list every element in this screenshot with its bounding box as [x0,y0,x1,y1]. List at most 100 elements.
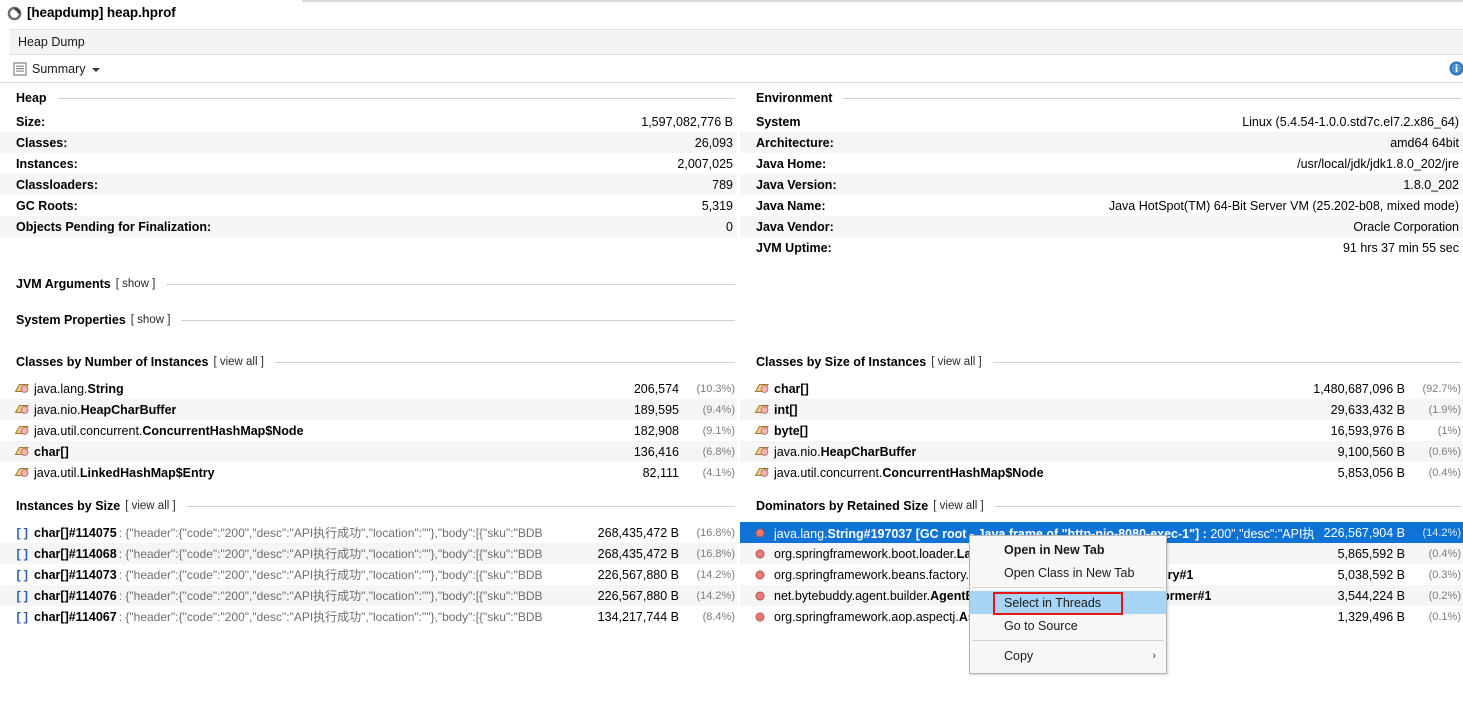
row-value: 1.8.0_202 [1403,178,1461,192]
menu-item-label: Copy [1004,649,1033,663]
svg-text:[]: [] [15,611,29,624]
menu-item-go-to-source[interactable]: Go to Source [970,614,1166,637]
summary-view-selector[interactable]: Summary [10,59,103,79]
menu-item-copy[interactable]: Copy › [970,644,1166,667]
table-row[interactable]: java.nio.HeapCharBuffer 189,595 (9.4%) [0,399,737,420]
table-row[interactable]: char[] 1,480,687,096 B (92.7%) [740,378,1463,399]
info-icon[interactable] [1448,60,1463,77]
classes-by-size-header: Classes by Size of Instances [ view all … [740,352,1463,372]
class-icon [754,424,770,438]
row-percent: (14.2%) [679,590,735,602]
chevron-right-icon: › [1152,650,1156,662]
instance-icon: [] [14,526,30,540]
row-value: 226,567,880 B [588,568,679,582]
table-row[interactable]: [] char[]#114067 : {"header":{"code":"20… [0,606,737,627]
row-percent: (16.8%) [679,548,735,560]
table-row[interactable]: Classloaders: 789 [0,174,737,195]
row-percent: (0.6%) [1405,446,1461,458]
table-row[interactable]: java.util.concurrent.ConcurrentHashMap$N… [740,462,1463,483]
menu-item-open-class-in-new-tab[interactable]: Open Class in New Tab [970,561,1166,584]
table-row[interactable]: Size: 1,597,082,776 B [0,111,737,132]
jvm-arguments-section: JVM Arguments [ show ] [0,274,737,294]
row-value: 0 [726,220,735,234]
menu-item-select-in-threads[interactable]: Select in Threads [970,591,1166,614]
table-row[interactable]: Architecture: amd64 64bit [740,132,1463,153]
classes-by-count-section: Classes by Number of Instances [ view al… [0,352,737,483]
row-percent: (0.2%) [1405,590,1461,602]
row-percent: (0.4%) [1405,548,1461,560]
table-row[interactable]: System Linux (5.4.54-1.0.0.std7c.el7.2.x… [740,111,1463,132]
table-row[interactable]: Objects Pending for Finalization: 0 [0,216,737,237]
classes-by-count-view-all-link[interactable]: [ view all ] [213,356,264,368]
row-value: 5,319 [702,199,735,213]
jvm-arguments-title: JVM Arguments [16,277,111,291]
class-icon [14,403,30,417]
table-row[interactable]: java.util.LinkedHashMap$Entry 82,111 (4.… [0,462,737,483]
table-row[interactable]: [] char[]#114068 : {"header":{"code":"20… [0,543,737,564]
classes-by-size-view-all-link[interactable]: [ view all ] [931,356,982,368]
row-percent: (0.1%) [1405,611,1461,623]
row-percent: (92.7%) [1405,383,1461,395]
environment-section-header: Environment [740,88,1463,108]
class-icon [14,382,30,396]
class-icon [14,466,30,480]
table-row[interactable]: Java Version: 1.8.0_202 [740,174,1463,195]
row-value: 3,544,224 B [1328,589,1405,603]
dominators-view-all-link[interactable]: [ view all ] [933,500,984,512]
heap-section-header: Heap [0,88,737,108]
row-label: java.util.LinkedHashMap$Entry [34,466,215,480]
system-properties-header: System Properties [ show ] [0,310,737,330]
row-key: Objects Pending for Finalization: [16,220,211,234]
instances-by-size-view-all-link[interactable]: [ view all ] [125,500,176,512]
summary-document-icon [13,62,27,76]
row-value: 1,597,082,776 B [641,115,735,129]
table-row[interactable]: java.lang.String 206,574 (10.3%) [0,378,737,399]
row-value: 1,480,687,096 B [1303,382,1405,396]
system-properties-show-link[interactable]: [ show ] [131,314,171,326]
row-value: 268,435,472 B [588,526,679,540]
row-label: char[]#114067 [34,610,117,624]
section-rule [166,284,735,285]
table-row[interactable]: Java Vendor: Oracle Corporation [740,216,1463,237]
menu-item-open-in-new-tab[interactable]: Open in New Tab [970,538,1166,561]
table-row[interactable]: byte[] 16,593,976 B (1%) [740,420,1463,441]
row-percent: (10.3%) [679,383,735,395]
table-row[interactable]: java.util.concurrent.ConcurrentHashMap$N… [0,420,737,441]
row-value: 26,093 [695,136,735,150]
classes-by-size-table: char[] 1,480,687,096 B (92.7%) int[] 29,… [740,378,1463,483]
view-toolbar: Summary [0,56,1463,83]
context-menu: Open in New Tab Open Class in New Tab Se… [969,535,1167,674]
table-row[interactable]: JVM Uptime: 91 hrs 37 min 55 sec [740,237,1463,258]
table-row[interactable]: char[] 136,416 (6.8%) [0,441,737,462]
table-row[interactable]: java.nio.HeapCharBuffer 9,100,560 B (0.6… [740,441,1463,462]
table-row[interactable]: int[] 29,633,432 B (1.9%) [740,399,1463,420]
jvm-arguments-show-link[interactable]: [ show ] [116,278,156,290]
section-rule [58,98,735,99]
table-row[interactable]: [] char[]#114076 : {"header":{"code":"20… [0,585,737,606]
table-row[interactable]: GC Roots: 5,319 [0,195,737,216]
instances-by-size-title: Instances by Size [16,499,120,513]
table-row[interactable]: Java Home: /usr/local/jdk/jdk1.8.0_202/j… [740,153,1463,174]
table-row[interactable]: Java Name: Java HotSpot(TM) 64-Bit Serve… [740,195,1463,216]
dominators-section-header: Dominators by Retained Size [ view all ] [740,496,1463,516]
table-row[interactable]: [] char[]#114073 : {"header":{"code":"20… [0,564,737,585]
row-percent: (1%) [1405,425,1461,437]
row-percent: (14.2%) [679,569,735,581]
row-value: Java HotSpot(TM) 64-Bit Server VM (25.20… [1109,199,1461,213]
heap-dump-subtab[interactable]: Heap Dump [10,29,1463,55]
row-key: Classes: [16,136,67,150]
tab-strip-divider [302,0,1463,2]
row-value: 789 [712,178,735,192]
row-value: 29,633,432 B [1321,403,1405,417]
row-label: char[] [774,382,809,396]
row-key: Java Version: [756,178,837,192]
table-row[interactable]: Classes: 26,093 [0,132,737,153]
chevron-down-icon[interactable] [92,68,100,72]
jvm-arguments-header: JVM Arguments [ show ] [0,274,737,294]
row-value: 136,416 [624,445,679,459]
instance-icon: [] [14,547,30,561]
section-rule [993,362,1461,363]
table-row[interactable]: [] char[]#114075 : {"header":{"code":"20… [0,522,737,543]
table-row[interactable]: Instances: 2,007,025 [0,153,737,174]
row-percent: (8.4%) [679,611,735,623]
